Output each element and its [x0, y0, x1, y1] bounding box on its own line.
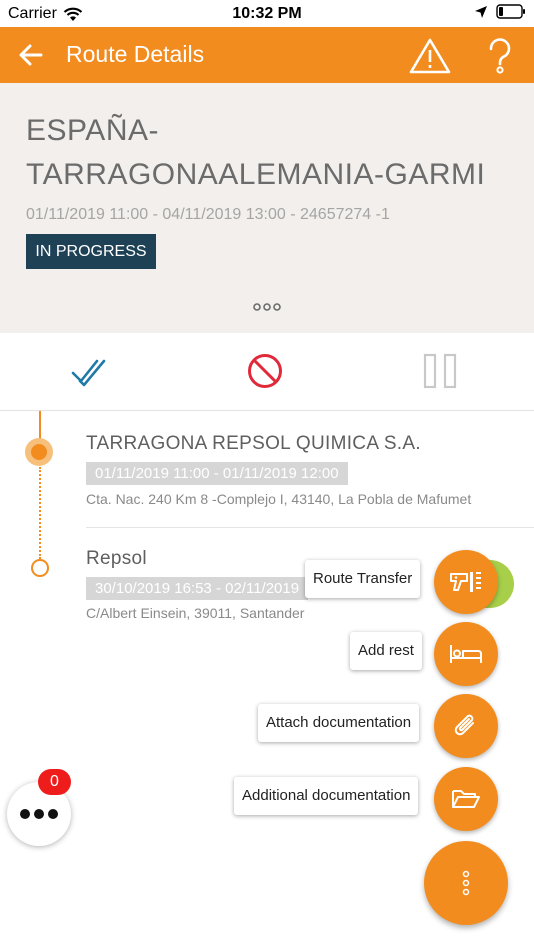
block-icon[interactable]: [246, 352, 284, 390]
add-rest-button[interactable]: [434, 622, 498, 686]
attach-documentation-button[interactable]: [434, 694, 498, 758]
fab-menu-toggle[interactable]: [424, 841, 508, 925]
fab-label-route-transfer[interactable]: Route Transfer: [305, 560, 421, 598]
help-button[interactable]: [482, 37, 518, 75]
bed-icon: [450, 645, 482, 663]
back-button[interactable]: [14, 39, 48, 71]
warning-button[interactable]: [408, 37, 452, 75]
status-bar: Carrier 10:32 PM: [0, 0, 534, 27]
action-row: [0, 333, 534, 411]
notification-badge: 0: [38, 769, 71, 795]
pause-icon[interactable]: [422, 352, 460, 390]
folder-open-icon: [452, 790, 480, 808]
fab-label-add-rest[interactable]: Add rest: [350, 632, 422, 670]
check-icon[interactable]: [70, 353, 108, 391]
help-icon: [489, 38, 511, 74]
stop-time-range: 30/10/2019 16:53 - 02/11/2019: [86, 577, 309, 600]
fab-label-attach-documentation[interactable]: Attach documentation: [258, 704, 420, 742]
status-badge: IN PROGRESS: [26, 234, 156, 269]
vertical-dots-icon: [462, 870, 470, 896]
app-bar: Route Details: [0, 27, 534, 83]
battery-icon: [496, 4, 525, 19]
stop-name[interactable]: Repsol: [86, 548, 147, 570]
more-dots-icon[interactable]: [252, 301, 282, 313]
back-arrow-icon: [19, 44, 43, 66]
route-meta: 01/11/2019 11:00 - 04/11/2019 13:00 - 24…: [26, 206, 390, 223]
timeline-dot: [31, 559, 49, 577]
timeline-dot-active: [25, 438, 53, 466]
additional-documentation-button[interactable]: [434, 767, 498, 831]
route-title: ESPAÑA-TARRAGONAALEMANIA-GARMI: [26, 114, 486, 191]
fab-label-additional-documentation[interactable]: Additional documentation: [234, 777, 419, 815]
horizontal-dots-icon: [20, 809, 58, 819]
location-arrow-icon: [475, 5, 487, 18]
stop-name[interactable]: TARRAGONA REPSOL QUIMICA S.A.: [86, 433, 421, 455]
scanner-icon: [450, 572, 481, 592]
clock: 10:32 PM: [232, 5, 302, 22]
paperclip-icon: [454, 714, 474, 736]
route-header: ESPAÑA-TARRAGONAALEMANIA-GARMI 01/11/201…: [0, 83, 534, 333]
stop-time-range: 01/11/2019 11:00 - 01/11/2019 12:00: [86, 462, 348, 485]
page-title: Route Details: [66, 41, 205, 67]
timeline-connector: [39, 467, 41, 559]
stop-address: Cta. Nac. 240 Km 8 -Complejo I, 43140, L…: [86, 491, 472, 507]
divider: [86, 527, 534, 528]
warning-icon: [409, 38, 451, 74]
stop-address: C/Albert Einsein, 39011, Santander: [86, 605, 305, 621]
status-right: [474, 4, 526, 19]
route-transfer-button[interactable]: [434, 550, 498, 614]
timeline-line: [39, 411, 41, 439]
